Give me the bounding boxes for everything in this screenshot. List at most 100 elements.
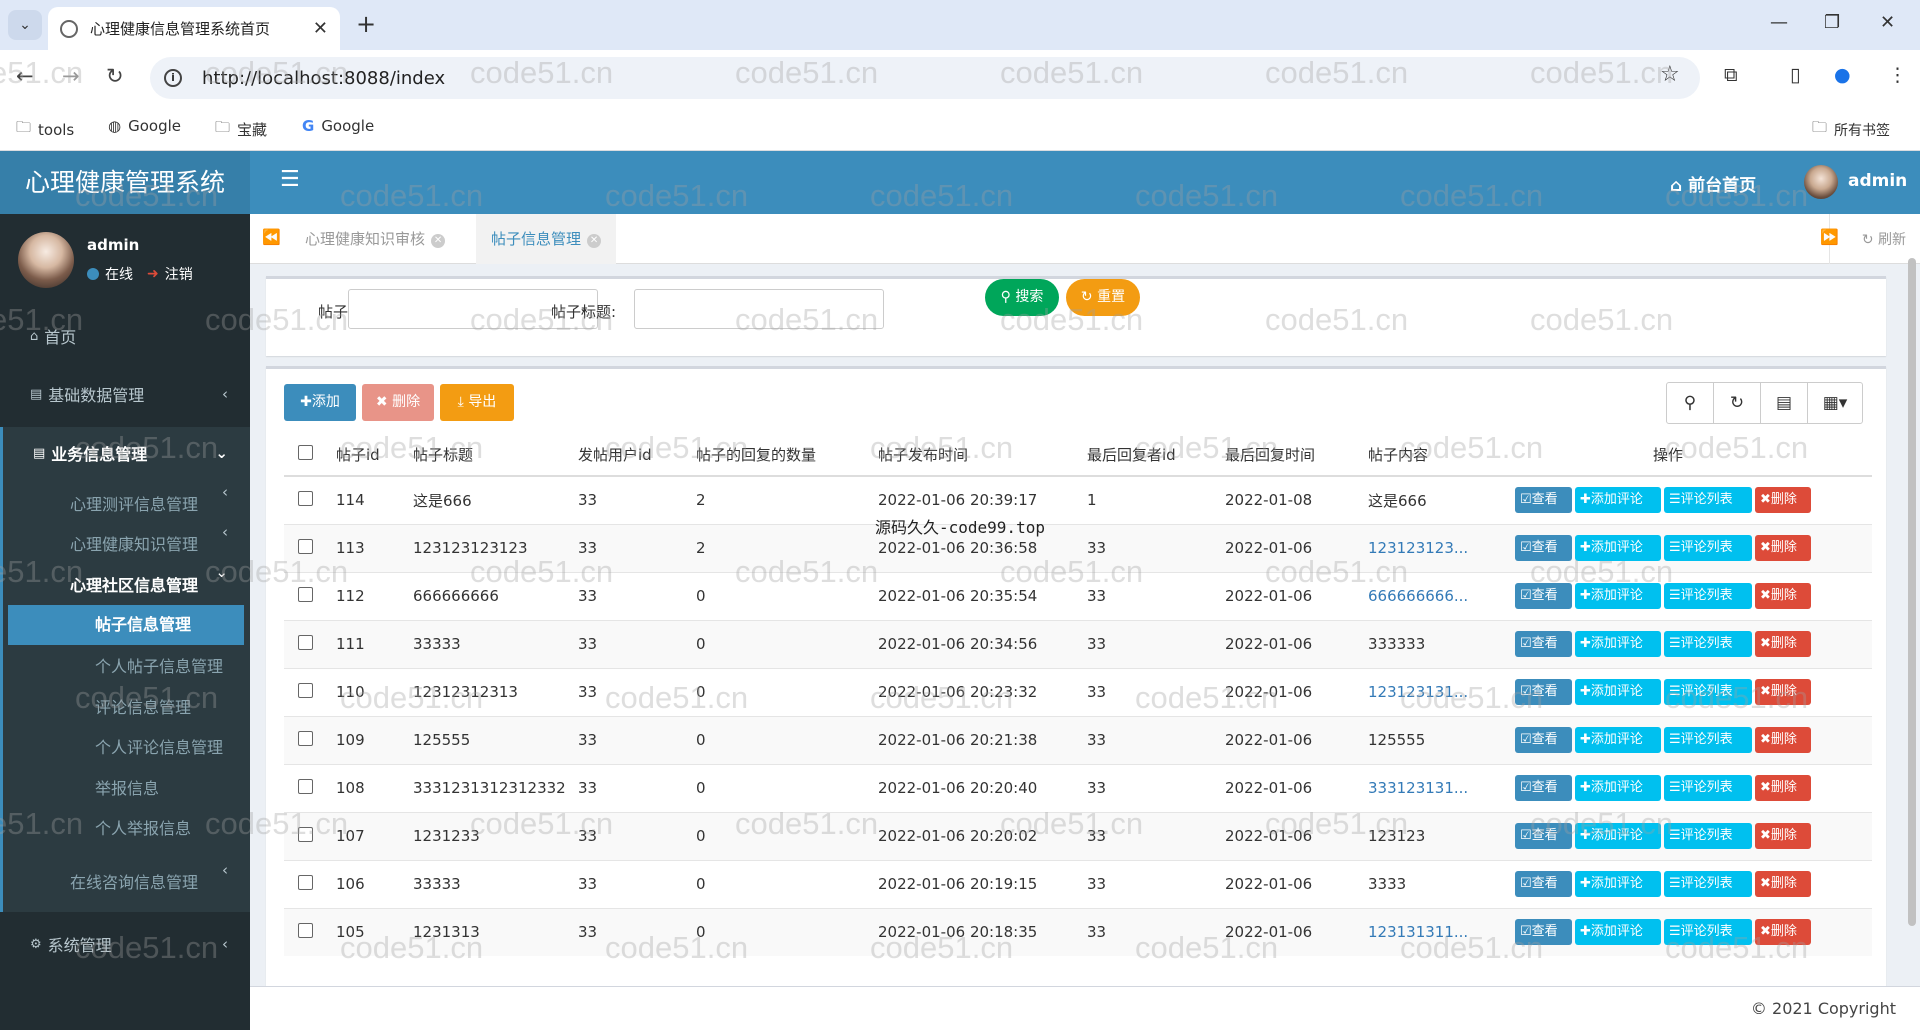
cell-content[interactable]: 123123123... [1360,523,1503,572]
row-checkbox[interactable] [298,778,313,794]
col-reply-count[interactable]: 帖子的回复的数量 [688,434,870,477]
view-button[interactable]: ☑查看 [1515,823,1572,849]
side-panel-icon[interactable]: ▯ [1790,64,1800,86]
col-last-reply-time[interactable]: 最后回复时间 [1217,434,1360,477]
comment-list-button[interactable]: ☰评论列表 [1664,631,1752,657]
header-username[interactable]: admin [1848,171,1907,191]
comment-list-button[interactable]: ☰评论列表 [1664,775,1752,801]
add-comment-button[interactable]: ✚添加评论 [1575,679,1661,705]
add-button[interactable]: ✚添加 [284,384,356,421]
logout-link[interactable]: 注销 [165,264,193,284]
tabs-next-icon[interactable]: ⏩ [1820,228,1839,246]
add-comment-button[interactable]: ✚添加评论 [1575,583,1661,609]
sidebar-item-comments[interactable]: 评论信息管理 [95,694,191,718]
sidebar-item-system[interactable]: ⚙ 系统管理 ‹ [0,932,250,956]
delete-row-button[interactable]: ✖删除 [1755,487,1811,514]
row-checkbox[interactable] [298,826,313,842]
forward-icon[interactable]: → [62,64,80,88]
sidebar-toggle-icon[interactable]: ☰ [280,167,300,192]
row-checkbox[interactable] [298,634,313,650]
add-comment-button[interactable]: ✚添加评论 [1575,487,1661,514]
col-user-id[interactable]: 发帖用户id [570,434,688,477]
bookmark-star-icon[interactable]: ☆ [1660,62,1680,87]
add-comment-button[interactable]: ✚添加评论 [1575,775,1661,801]
columns-icon[interactable]: ▦▾ [1807,382,1863,424]
comment-list-button[interactable]: ☰评论列表 [1664,727,1752,753]
close-tab-icon[interactable]: ✕ [313,18,328,39]
delete-row-button[interactable]: ✖删除 [1755,871,1811,897]
view-button[interactable]: ☑查看 [1515,919,1572,946]
row-checkbox[interactable] [298,682,313,698]
row-checkbox[interactable] [298,874,313,890]
comment-list-button[interactable]: ☰评论列表 [1664,535,1752,561]
col-last-replier[interactable]: 最后回复者id [1079,434,1217,477]
delete-row-button[interactable]: ✖删除 [1755,727,1811,753]
sidebar-item-home[interactable]: ⌂ 首页 [0,324,250,348]
sidebar-item-community[interactable]: 心理社区信息管理 [70,572,198,596]
cell-content[interactable]: 123123131... [1360,667,1503,716]
delete-row-button[interactable]: ✖删除 [1755,583,1811,609]
all-bookmarks[interactable]: 🗀 所有书签 [1812,117,1890,142]
view-button[interactable]: ☑查看 [1515,871,1572,897]
app-logo[interactable]: 心理健康管理系统 [0,151,250,214]
row-checkbox[interactable] [298,586,313,602]
view-button[interactable]: ☑查看 [1515,631,1572,657]
add-comment-button[interactable]: ✚添加评论 [1575,631,1661,657]
bookmark-google-2[interactable]: G Google [302,117,374,135]
col-title[interactable]: 帖子标题 [405,434,570,477]
table-toggle-view-icon[interactable]: ▤ [1760,382,1808,424]
scrollbar[interactable] [1908,258,1916,926]
site-info-icon[interactable]: i [164,69,182,87]
back-icon[interactable]: ← [16,64,34,88]
sidebar-item-consult[interactable]: 在线咨询信息管理 [70,869,198,893]
sidebar-item-reports[interactable]: 举报信息 [95,775,159,799]
add-comment-button[interactable]: ✚添加评论 [1575,871,1661,897]
sidebar-item-posts[interactable]: 帖子信息管理 [8,605,244,645]
delete-row-button[interactable]: ✖删除 [1755,679,1811,705]
tabs-prev-icon[interactable]: ⏪ [262,228,281,246]
address-bar[interactable]: i http://localhost:8088/index [150,57,1700,99]
bookmark-treasure[interactable]: 🗀 宝藏 [215,117,267,142]
add-comment-button[interactable]: ✚添加评论 [1575,823,1661,849]
menu-dots-icon[interactable]: ⋮ [1888,64,1907,86]
window-close-icon[interactable]: ✕ [1880,12,1895,33]
cell-content[interactable]: 123131311... [1360,907,1503,956]
cell-content[interactable]: 666666666... [1360,571,1503,620]
view-button[interactable]: ☑查看 [1515,679,1572,705]
sidebar-item-basic-data[interactable]: ▤ 基础数据管理 ‹ [0,382,250,406]
restore-icon[interactable]: ❐ [1824,12,1840,33]
browser-tab[interactable]: 心理健康信息管理系统首页 ✕ [48,7,340,50]
add-comment-button[interactable]: ✚添加评论 [1575,535,1661,561]
view-button[interactable]: ☑查看 [1515,775,1572,801]
delete-row-button[interactable]: ✖删除 [1755,631,1811,657]
delete-row-button[interactable]: ✖删除 [1755,823,1811,849]
comment-list-button[interactable]: ☰评论列表 [1664,487,1752,514]
table-refresh-icon[interactable]: ↻ [1713,382,1761,424]
search-button[interactable]: ⚲ 搜索 [985,279,1059,316]
header-avatar[interactable] [1804,165,1838,199]
row-checkbox[interactable] [298,538,313,554]
bookmark-tools[interactable]: 🗀 tools [16,117,74,142]
tab-search-icon[interactable]: ⌄ [8,10,42,40]
view-button[interactable]: ☑查看 [1515,583,1572,609]
view-button[interactable]: ☑查看 [1515,535,1572,561]
minimize-icon[interactable]: — [1770,12,1788,33]
view-button[interactable]: ☑查看 [1515,727,1572,753]
col-id[interactable]: 帖子id [328,434,405,477]
front-home-link[interactable]: ⌂ 前台首页 [1670,171,1756,196]
comment-list-button[interactable]: ☰评论列表 [1664,871,1752,897]
delete-button[interactable]: ✖ 删除 [362,384,434,421]
row-checkbox[interactable] [298,730,313,746]
export-button[interactable]: ⤓ 导出 [440,384,514,421]
comment-list-button[interactable]: ☰评论列表 [1664,679,1752,705]
sidebar-item-my-reports[interactable]: 个人举报信息 [95,815,191,839]
profile-icon[interactable]: ● [1834,64,1851,86]
tab-knowledge-review[interactable]: 心理健康知识审核 ✕ [290,214,460,264]
row-checkbox[interactable] [298,490,313,506]
sidebar-item-my-comments[interactable]: 个人评论信息管理 [95,734,223,758]
reload-icon[interactable]: ↻ [106,64,124,88]
select-all-checkbox[interactable] [298,445,313,460]
table-search-icon[interactable]: ⚲ [1666,382,1714,424]
col-publish-time[interactable]: 帖子发布时间 [870,434,1079,477]
tab-post-management[interactable]: 帖子信息管理 ✕ [476,214,617,264]
